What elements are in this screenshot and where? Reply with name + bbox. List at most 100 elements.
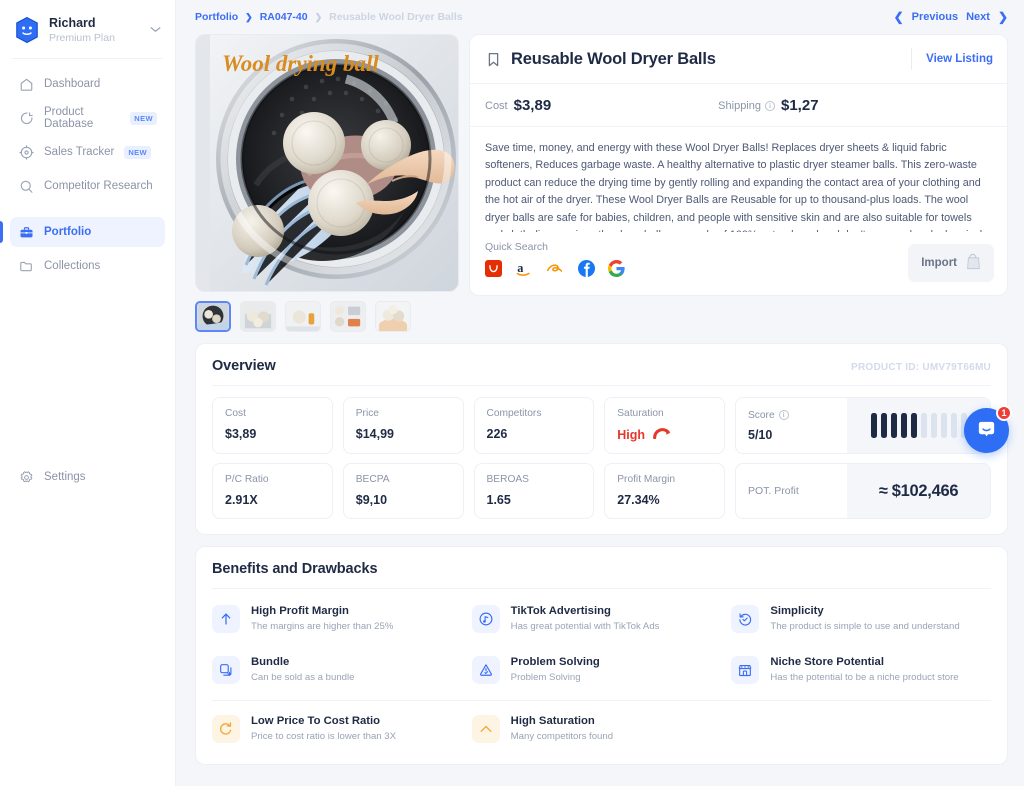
score-left: Score i 5/10 (736, 410, 847, 442)
benefit-text: Simplicity The product is simple to use … (770, 604, 959, 633)
score-bar (930, 413, 937, 438)
product-detail: Reusable Wool Dryer Balls View Listing C… (469, 34, 1008, 296)
storefront-icon (731, 655, 760, 684)
breadcrumb-listing-id[interactable]: RA047-40 (260, 11, 308, 23)
cost-cell: Cost $3,89 (485, 97, 551, 114)
product-gallery: Wool drying ball (195, 34, 459, 332)
sidebar-item-portfolio[interactable]: Portfolio (0, 217, 165, 248)
sidebar-item-label: Settings (44, 471, 86, 483)
benefit-text: High Profit Margin The margins are highe… (251, 604, 393, 633)
benefit-tiktok-advertising: TikTok Advertising Has great potential w… (471, 593, 732, 644)
refresh-icon (212, 714, 240, 743)
alibaba-icon[interactable] (545, 260, 565, 282)
chevron-right-icon: ❯ (245, 11, 253, 22)
gear-icon (18, 469, 34, 485)
view-listing-link[interactable]: View Listing (926, 53, 993, 65)
facebook-icon[interactable] (578, 260, 595, 282)
benefit-subtitle: Has the potential to be a niche product … (770, 672, 959, 684)
previous-button[interactable]: Previous (912, 11, 958, 23)
metric-label: Saturation (617, 408, 664, 419)
sidebar: Richard Premium Plan Dashboard Product D… (0, 0, 176, 786)
sidebar-item-label: Competitor Research (44, 180, 153, 193)
shipping-value: $1,27 (781, 97, 819, 114)
price-row: Cost $3,89 Shipping i $1,27 (470, 84, 1007, 127)
product-top-section: Wool drying ball Reusable Wool Dryer Bal… (195, 34, 1008, 332)
amazon-icon[interactable]: a (515, 260, 532, 282)
score-bar (880, 413, 887, 438)
drawbacks-row: Low Price To Cost Ratio Price to cost ra… (212, 703, 991, 754)
benefit-subtitle: Has great potential with TikTok Ads (510, 621, 660, 633)
briefcase-icon (18, 224, 34, 240)
sidebar-nav: Dashboard Product Database NEW Sales Tra… (0, 59, 175, 285)
quick-search-block: Quick Search a (485, 241, 625, 282)
breadcrumb-portfolio[interactable]: Portfolio (195, 11, 238, 23)
thumbnail-1[interactable] (195, 301, 231, 332)
drawback-title: Low Price To Cost Ratio (251, 715, 381, 728)
benefit-simplicity: Simplicity The product is simple to use … (731, 593, 991, 644)
chevron-up-icon (471, 714, 500, 743)
chat-unread-badge: 1 (996, 405, 1012, 421)
breadcrumb: Portfolio ❯ RA047-40 ❯ Reusable Wool Dry… (195, 11, 463, 23)
shipping-cell: Shipping i $1,27 (718, 97, 818, 114)
cost-label: Cost (485, 99, 508, 112)
metric-label: BECPA (355, 474, 390, 485)
product-card: Reusable Wool Dryer Balls View Listing C… (469, 34, 1008, 296)
chevron-right-icon[interactable]: ❯ (998, 10, 1008, 24)
sidebar-item-sales-tracker[interactable]: Sales Tracker NEW (10, 137, 165, 167)
drawback-text: High Saturation Many competitors found (511, 714, 613, 743)
benefit-bundle: Bundle Can be sold as a bundle (212, 644, 472, 695)
metric-label: Score (748, 409, 775, 421)
thumbnail-3[interactable] (285, 301, 321, 332)
metric-profit-margin: Profit Margin 27.34% (604, 463, 725, 519)
search-icon (18, 178, 34, 194)
chevron-left-icon[interactable]: ❮ (894, 10, 904, 24)
score-bar-group (870, 413, 967, 438)
thumbnail-4[interactable] (330, 301, 366, 332)
import-button[interactable]: Import (908, 244, 994, 282)
drawback-subtitle: Price to cost ratio is lower than 3X (251, 731, 397, 743)
metric-beroas: BEROAS 1.65 (473, 463, 595, 519)
sidebar-item-dashboard[interactable]: Dashboard (10, 69, 165, 99)
thumbnail-5[interactable] (375, 301, 411, 332)
chevron-down-icon[interactable] (150, 25, 163, 36)
benefit-title: Niche Store Potential (770, 656, 884, 669)
benefit-text: Bundle Can be sold as a bundle (251, 655, 354, 684)
sidebar-item-product-database[interactable]: Product Database NEW (10, 103, 165, 133)
drawback-subtitle: Many competitors found (510, 731, 614, 743)
info-icon[interactable]: i (778, 410, 789, 420)
thumbnail-2[interactable] (240, 301, 276, 332)
record-pager: ❮ Previous Next ❯ (894, 10, 1008, 24)
benefit-problem-solving: Problem Solving Problem Solving (471, 644, 732, 695)
drawback-empty-slot (731, 703, 991, 754)
pot-profit-value: ≈ $102,466 (878, 481, 959, 500)
svg-text:Wool drying ball: Wool drying ball (222, 51, 379, 76)
metric-row-1: Cost $3,89 Price $14,99 Competitors 226 (212, 397, 991, 454)
product-hero-image[interactable]: Wool drying ball (195, 34, 459, 292)
benefit-subtitle: Can be sold as a bundle (251, 672, 355, 684)
sidebar-item-settings[interactable]: Settings (10, 462, 165, 492)
sidebar-item-label: Collections (44, 260, 101, 273)
benefits-divider (212, 700, 991, 702)
metric-label: Cost (225, 408, 246, 419)
benefits-grid: High Profit Margin The margins are highe… (196, 589, 1007, 764)
bookmark-icon[interactable] (485, 51, 502, 68)
alert-check-icon (471, 655, 500, 684)
account-switcher[interactable]: Richard Premium Plan (0, 0, 175, 58)
product-id: PRODUCT ID: UMV79T66MU (851, 362, 991, 373)
aliexpress-icon[interactable] (485, 260, 502, 282)
google-icon[interactable] (607, 259, 625, 282)
metric-value: High (617, 427, 646, 442)
info-icon[interactable]: i (765, 100, 775, 111)
sidebar-item-competitor-research[interactable]: Competitor Research (10, 171, 165, 201)
topbar: Portfolio ❯ RA047-40 ❯ Reusable Wool Dry… (176, 0, 1024, 34)
metric-cost: Cost $3,89 (212, 397, 333, 454)
chat-launcher-button[interactable]: 1 (964, 405, 1012, 453)
next-button[interactable]: Next (966, 11, 990, 23)
metric-label: BEROAS (486, 474, 529, 485)
metric-row-2: P/C Ratio 2.91X BECPA $9,10 BEROAS 1.65 (212, 463, 991, 519)
benefit-title: Bundle (251, 656, 290, 669)
page-title: Reusable Wool Dryer Balls (511, 49, 716, 68)
score-value: 5/10 (748, 427, 773, 442)
sidebar-item-collections[interactable]: Collections (10, 251, 165, 281)
metric-label: Competitors (486, 408, 542, 419)
